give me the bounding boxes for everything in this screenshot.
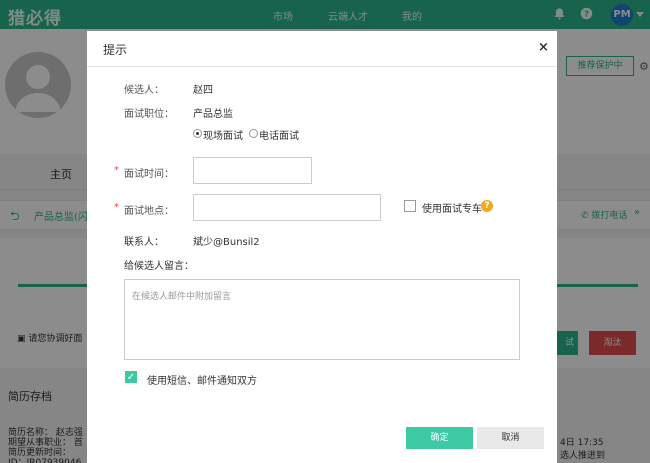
interview-dialog: 提示 × 候选人： 赵四 面试职位： 产品总监 现场面试 电话面试 * 面试时间… [87, 31, 557, 463]
radio-onsite-interview[interactable] [193, 129, 202, 138]
contact-label: 联系人： [124, 237, 164, 248]
radio-phone-interview[interactable] [249, 129, 258, 138]
confirm-button[interactable]: 确定 [406, 427, 473, 449]
interview-time-label: 面试时间： [124, 169, 174, 180]
interview-location-label: 面试地点： [124, 206, 174, 217]
notify-checkbox[interactable]: ✓ [125, 371, 137, 383]
use-car-label[interactable]: 使用面试专车 [422, 200, 482, 215]
message-textarea[interactable]: 在候选人邮件中附加留言 [124, 279, 520, 360]
radio-onsite-label[interactable]: 现场面试 [203, 127, 243, 142]
contact-value: 斌少@Bunsil2 [193, 237, 260, 248]
cancel-button[interactable]: 取消 [477, 427, 544, 449]
question-icon[interactable]: ? [481, 200, 493, 212]
notify-label[interactable]: 使用短信、邮件通知双方 [147, 372, 257, 387]
position-value: 产品总监 [193, 109, 233, 120]
required-mark: * [114, 165, 119, 176]
use-car-checkbox[interactable] [404, 200, 416, 212]
dialog-header: 提示 × [87, 31, 557, 67]
position-label: 面试职位： [124, 109, 174, 120]
required-mark: * [114, 202, 119, 213]
dialog-title: 提示 [103, 43, 128, 57]
interview-time-input[interactable] [193, 157, 312, 184]
interview-location-input[interactable] [193, 194, 381, 221]
close-icon[interactable]: × [538, 40, 549, 55]
candidate-label: 候选人： [124, 85, 164, 96]
candidate-value: 赵四 [193, 85, 213, 96]
message-label: 给候选人留言： [124, 261, 194, 272]
radio-phone-label[interactable]: 电话面试 [259, 127, 299, 142]
